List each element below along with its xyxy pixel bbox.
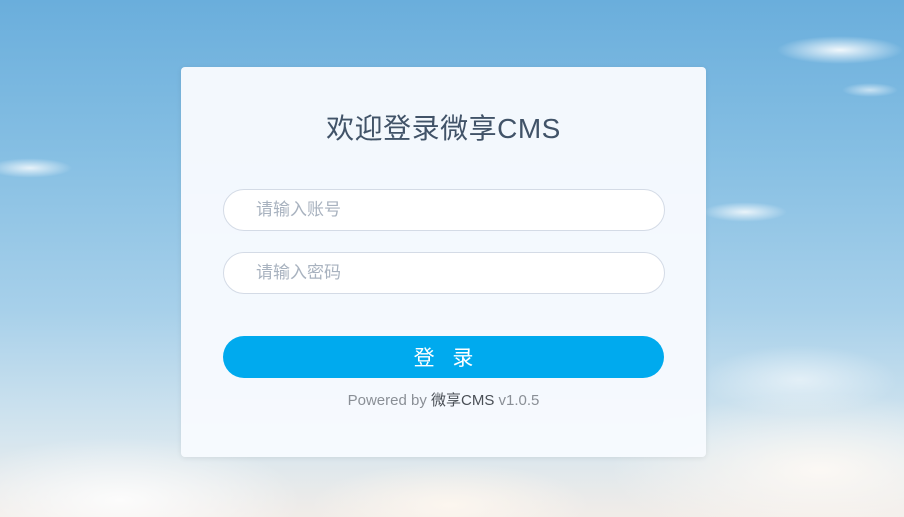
username-field[interactable] (223, 189, 665, 231)
username-input[interactable] (256, 190, 646, 230)
login-button[interactable]: 登 录 (223, 336, 664, 378)
powered-by-footer: Powered by 微享CMS v1.0.5 (181, 389, 706, 410)
login-card: 欢迎登录微享CMS 登 录 Powered by 微享CMS v1.0.5 (181, 67, 706, 457)
footer-version: v1.0.5 (494, 392, 540, 409)
password-field[interactable] (223, 252, 665, 294)
footer-brand: 微享CMS (431, 392, 495, 409)
footer-prefix: Powered by (347, 392, 431, 409)
login-title: 欢迎登录微享CMS (326, 113, 561, 144)
password-input[interactable] (256, 253, 646, 293)
